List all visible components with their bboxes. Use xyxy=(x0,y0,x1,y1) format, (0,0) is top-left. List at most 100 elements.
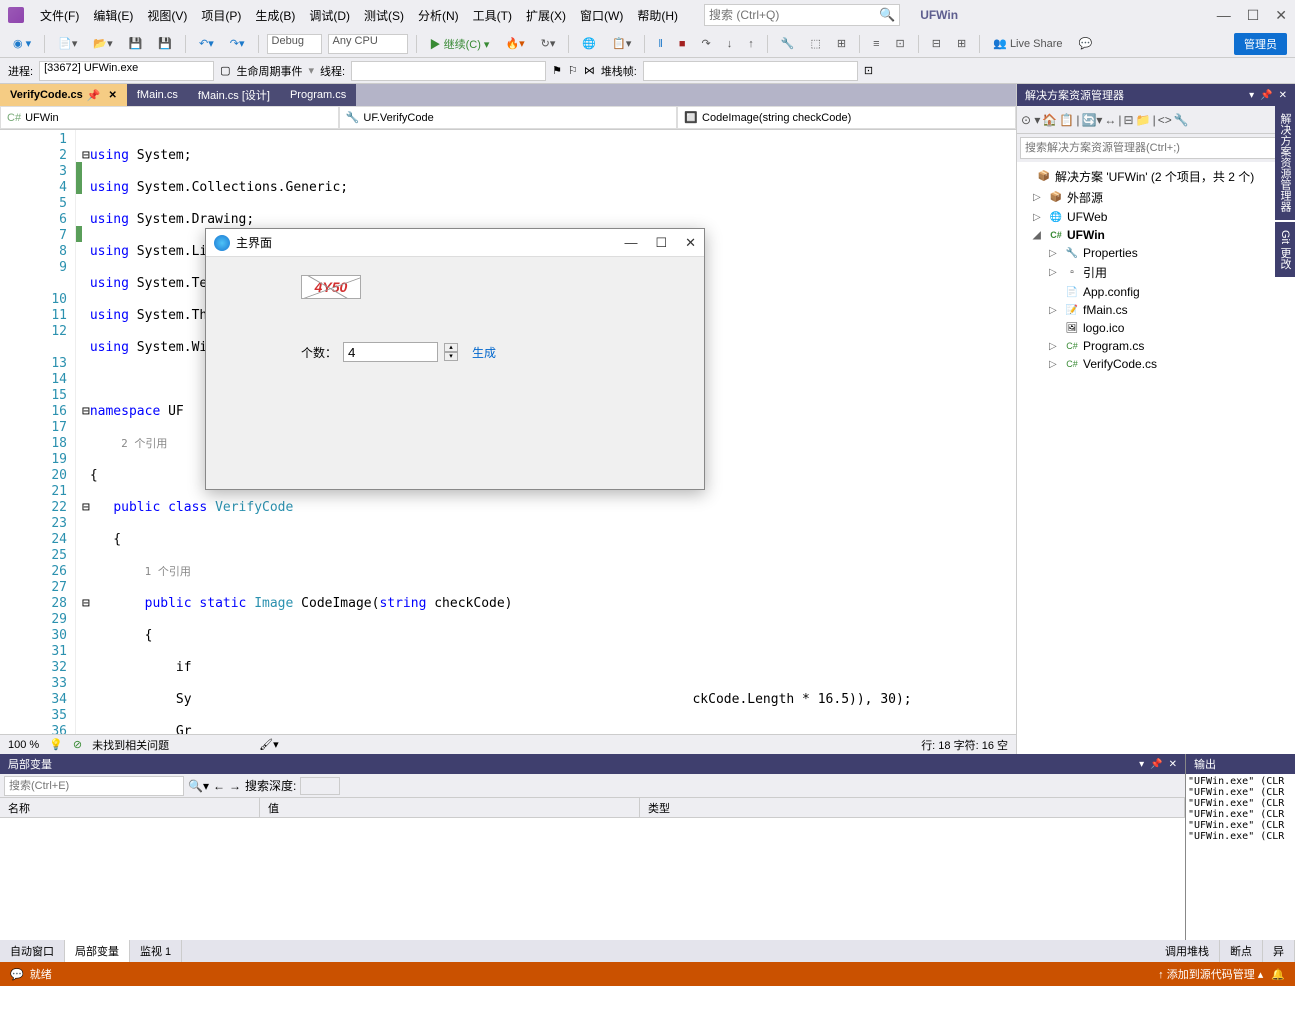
home-button[interactable]: ⊙ ▾ xyxy=(1021,113,1040,127)
stack-dropdown[interactable] xyxy=(643,61,858,81)
se-home-icon[interactable]: 🏠 xyxy=(1042,113,1057,127)
menu-build[interactable]: 生成(B) xyxy=(249,3,301,28)
save-button[interactable]: 💾 xyxy=(124,34,148,53)
redo-button[interactable]: ↷▾ xyxy=(225,34,250,53)
se-wrench-icon[interactable]: 🔧 xyxy=(1174,113,1189,127)
continue-button[interactable]: ▶ 继续(C) ▾ xyxy=(425,33,495,55)
locals-nav-left[interactable]: ← xyxy=(213,779,225,793)
locals-nav-right[interactable]: → xyxy=(229,779,241,793)
tree-fmain[interactable]: ▷📝fMain.cs xyxy=(1017,301,1295,319)
save-all-button[interactable]: 💾 xyxy=(153,34,177,53)
tree-references[interactable]: ▷▫引用 xyxy=(1017,262,1295,283)
locals-menu-icon[interactable]: ▾ xyxy=(1139,759,1144,770)
back-button[interactable]: ◉ ▾ xyxy=(8,34,36,53)
tab-program[interactable]: Program.cs xyxy=(280,84,356,106)
captcha-image[interactable]: 4Y50 xyxy=(301,275,361,299)
se-nav-icon[interactable]: ↔ xyxy=(1104,113,1116,127)
open-button[interactable]: 📂▾ xyxy=(88,34,117,53)
tb-icon-3[interactable]: ⊞ xyxy=(832,34,851,53)
thread-dropdown[interactable] xyxy=(351,61,546,81)
solution-tree[interactable]: 📦解决方案 'UFWin' (2 个项目，共 2 个) ▷📦外部源 ▷🌐UFWe… xyxy=(1017,162,1295,754)
se-showall-icon[interactable]: 📁 xyxy=(1136,113,1151,127)
admin-badge[interactable]: 管理员 xyxy=(1234,33,1287,55)
notification-icon[interactable]: 🔔 xyxy=(1271,968,1285,981)
right-tab-git[interactable]: Git 更改 xyxy=(1275,222,1295,277)
menu-project[interactable]: 项目(P) xyxy=(195,3,247,28)
browser-button[interactable]: 🌐 xyxy=(577,34,601,53)
maximize-button[interactable]: ☐ xyxy=(1247,7,1260,24)
process-dropdown[interactable]: [33672] UFWin.exe xyxy=(39,61,214,81)
tb-icon-5[interactable]: ⊡ xyxy=(891,34,910,53)
locals-search-icon[interactable]: 🔍▾ xyxy=(188,779,209,793)
tb-icon-1[interactable]: 🔧 xyxy=(776,34,800,53)
tb2-icon-2[interactable]: ⚐ xyxy=(568,64,578,77)
locals-search[interactable] xyxy=(4,776,184,796)
lightbulb-icon[interactable]: 💡 xyxy=(49,738,63,751)
generate-link[interactable]: 生成 xyxy=(472,344,496,361)
nav-namespace[interactable]: C#UFWin xyxy=(0,106,339,129)
btab-watch[interactable]: 监视 1 xyxy=(130,940,182,962)
search-input[interactable] xyxy=(709,8,879,22)
depth-dropdown[interactable] xyxy=(300,777,340,795)
btab-breakpoints[interactable]: 断点 xyxy=(1220,940,1263,962)
btab-callstack[interactable]: 调用堆栈 xyxy=(1155,940,1220,962)
solution-root[interactable]: 📦解决方案 'UFWin' (2 个项目，共 2 个) xyxy=(1017,166,1295,187)
locals-pin-icon[interactable]: 📌 xyxy=(1150,759,1162,770)
feedback-button[interactable]: 💬 xyxy=(1074,34,1098,53)
tree-external[interactable]: ▷📦外部源 xyxy=(1017,187,1295,208)
se-sync-icon[interactable]: 🔄▾ xyxy=(1081,113,1102,127)
se-collapse-icon[interactable]: ⊟ xyxy=(1124,113,1134,127)
se-view-icon[interactable]: 📋 xyxy=(1059,113,1074,127)
brush-icon[interactable]: 🖌▾ xyxy=(259,738,279,751)
step-into-button[interactable]: ↓ xyxy=(722,35,738,53)
se-props-icon[interactable]: <> xyxy=(1158,113,1172,127)
close-icon[interactable]: ✕ xyxy=(108,90,116,101)
tb2-icon-4[interactable]: ⊡ xyxy=(864,64,873,77)
close-button[interactable]: ✕ xyxy=(1275,7,1287,24)
tree-ufweb[interactable]: ▷🌐UFWeb xyxy=(1017,208,1295,226)
step-over-button[interactable]: ↷ xyxy=(697,34,716,53)
locals-close-icon[interactable]: ✕ xyxy=(1169,759,1177,770)
menu-analyze[interactable]: 分析(N) xyxy=(412,3,465,28)
nav-class[interactable]: 🔧UF.VerifyCode xyxy=(339,106,678,129)
panel-close-icon[interactable]: ✕ xyxy=(1279,90,1287,101)
pause-button[interactable]: ‖ xyxy=(653,35,668,53)
tab-verifycode[interactable]: VerifyCode.cs 📌✕ xyxy=(0,84,127,106)
locals-body[interactable] xyxy=(0,818,1185,940)
dialog-minimize[interactable]: — xyxy=(624,235,637,251)
stop-button[interactable]: ■ xyxy=(674,35,691,53)
tb-icon-7[interactable]: ⊞ xyxy=(952,34,971,53)
zoom-level[interactable]: 100 % xyxy=(8,739,39,751)
menu-tools[interactable]: 工具(T) xyxy=(467,3,518,28)
tree-program[interactable]: ▷C#Program.cs xyxy=(1017,337,1295,355)
menu-file[interactable]: 文件(F) xyxy=(34,3,85,28)
restart-button[interactable]: ↻▾ xyxy=(536,34,561,53)
tb-icon-6[interactable]: ⊟ xyxy=(927,34,946,53)
pin-icon[interactable]: 📌 xyxy=(87,89,101,102)
menu-edit[interactable]: 编辑(E) xyxy=(87,3,139,28)
tb-icon-2[interactable]: ⬚ xyxy=(805,34,825,53)
btab-exception[interactable]: 异 xyxy=(1263,940,1295,962)
tree-ufwin[interactable]: ◢C#UFWin xyxy=(1017,226,1295,244)
hot-reload-button[interactable]: 🔥▾ xyxy=(500,34,529,53)
add-source-control[interactable]: ↑ 添加到源代码管理 ▴ xyxy=(1158,966,1263,982)
col-name[interactable]: 名称 xyxy=(0,798,260,817)
tab-fmain[interactable]: fMain.cs xyxy=(127,84,188,106)
tree-logo[interactable]: 🖼logo.ico xyxy=(1017,319,1295,337)
menu-test[interactable]: 测试(S) xyxy=(358,3,410,28)
new-item-button[interactable]: 📄▾ xyxy=(53,34,82,53)
solution-search-input[interactable] xyxy=(1020,137,1292,159)
tree-properties[interactable]: ▷🔧Properties xyxy=(1017,244,1295,262)
dialog-titlebar[interactable]: 主界面 — ☐ ✕ xyxy=(206,229,704,257)
nav-method[interactable]: 🔲CodeImage(string checkCode) xyxy=(677,106,1016,129)
step-out-button[interactable]: ↑ xyxy=(743,35,759,53)
tree-appconfig[interactable]: 📄App.config xyxy=(1017,283,1295,301)
panel-menu-icon[interactable]: ▾ xyxy=(1249,90,1254,101)
btab-locals[interactable]: 局部变量 xyxy=(65,940,130,962)
count-input[interactable] xyxy=(343,342,438,362)
menu-view[interactable]: 视图(V) xyxy=(141,3,193,28)
config-dropdown[interactable]: Debug xyxy=(267,34,322,54)
count-spinner[interactable]: ▴▾ xyxy=(444,343,458,361)
tb-icon-4[interactable]: ≡ xyxy=(868,35,884,53)
right-tab-solution[interactable]: 解决方案资源管理器 xyxy=(1275,105,1295,220)
